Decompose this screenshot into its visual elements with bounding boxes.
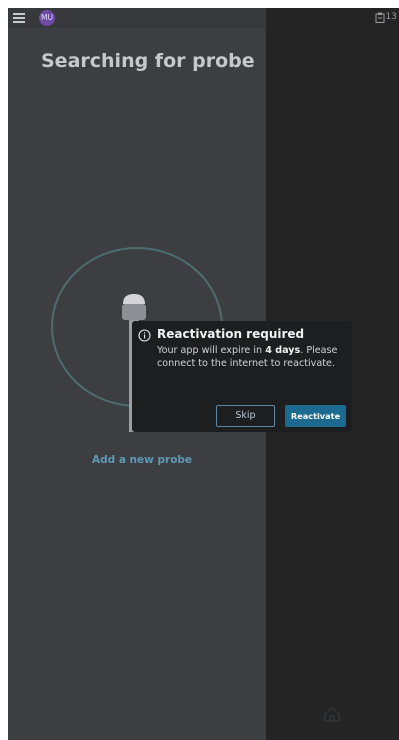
dialog-message: Your app will expire in 4 days. Please c…: [157, 344, 347, 370]
reactivation-dialog: Reactivation required Your app will expi…: [132, 321, 352, 432]
skip-button[interactable]: Skip: [216, 405, 275, 427]
status-indicator: 13: [375, 10, 397, 24]
home-icon[interactable]: [322, 704, 342, 724]
dialog-message-days: 4 days: [265, 345, 301, 356]
dialog-message-lead: Your app will expire in: [157, 345, 266, 356]
hamburger-menu-icon[interactable]: [12, 11, 26, 25]
page-title: Searching for probe: [41, 50, 255, 72]
status-count: 13: [385, 12, 397, 22]
top-bar: MU: [8, 8, 266, 28]
app-window: MU Searching for probe Add a new probe 1…: [8, 8, 399, 740]
user-avatar[interactable]: MU: [39, 10, 55, 26]
info-icon: [138, 329, 151, 342]
clipboard-icon: [375, 12, 385, 23]
reactivate-button[interactable]: Reactivate: [285, 405, 346, 427]
dialog-title: Reactivation required: [157, 327, 305, 341]
add-new-probe-link[interactable]: Add a new probe: [92, 454, 192, 466]
